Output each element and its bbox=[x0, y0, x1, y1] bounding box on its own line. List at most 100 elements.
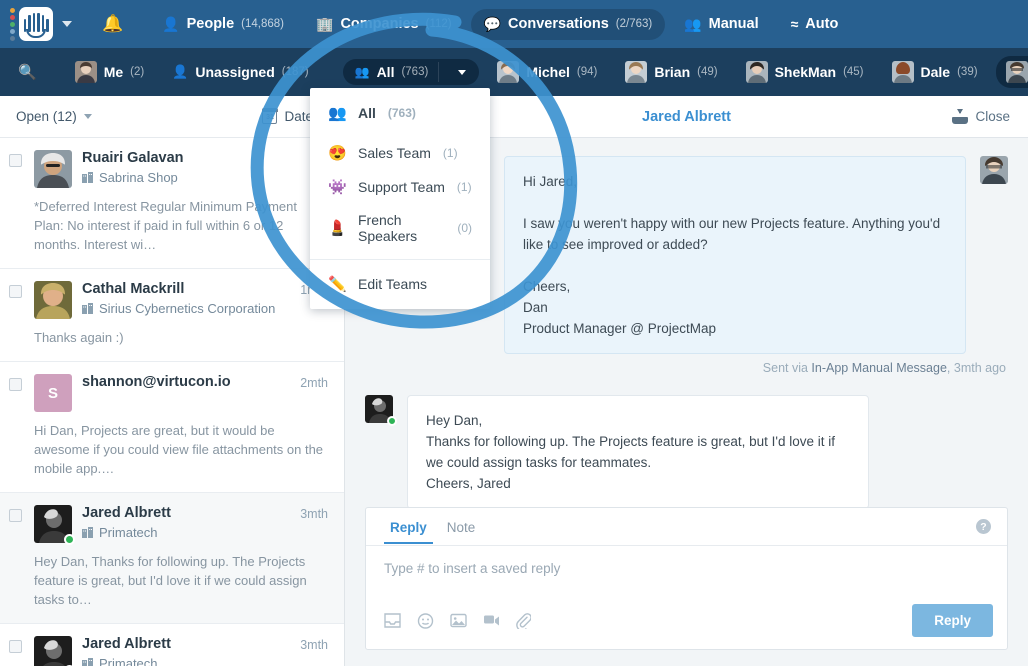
teammate-item-brian[interactable]: Brian (49) bbox=[615, 56, 727, 88]
teammate-item-shekman[interactable]: ShekMan (45) bbox=[736, 56, 874, 88]
wave-icon: ≈ bbox=[790, 16, 799, 32]
nav-item-people[interactable]: 👤 People (14,868) bbox=[149, 9, 297, 40]
teammate-label-brian: Brian bbox=[654, 64, 691, 80]
inbox-count-me: (2) bbox=[130, 66, 145, 78]
intercom-app: 🔔 👤 People (14,868) 🏢 Companies (112) 💬 … bbox=[0, 0, 1028, 666]
image-icon[interactable] bbox=[450, 613, 467, 629]
help-circle-icon[interactable]: ? bbox=[976, 519, 991, 534]
inbox-down-icon bbox=[952, 109, 969, 124]
conversation-list-item[interactable]: Cathal Mackrill Sirius Cybernetics Corpo… bbox=[0, 269, 344, 362]
composer-toolbar bbox=[384, 612, 533, 631]
composer-input[interactable]: Type # to insert a saved reply bbox=[366, 546, 1007, 598]
row-timestamp: 3mth bbox=[300, 507, 328, 521]
list-filter-label: Open (12) bbox=[16, 109, 77, 124]
dropdown-label-sales-team: Sales Team bbox=[358, 145, 431, 161]
dropdown-item-sales-team[interactable]: 😍 Sales Team (1) bbox=[310, 136, 490, 170]
teams-filter-label-group[interactable]: 👥 All (763) bbox=[343, 59, 439, 85]
teams-filter-count: (763) bbox=[401, 66, 429, 78]
row-name: Jared Albrett bbox=[82, 636, 171, 652]
avatar-michel bbox=[497, 61, 520, 83]
attachment-icon[interactable] bbox=[516, 612, 533, 631]
nav-count-companies: (112) bbox=[425, 18, 452, 30]
conversation-list-item[interactable]: S shannon@virtucon.io 2mth Hi Dan, Proje… bbox=[0, 362, 344, 493]
teammate-item-dale[interactable]: Dale (39) bbox=[882, 56, 988, 88]
teammate-count-brian: (49) bbox=[697, 66, 718, 78]
nav-label-auto: Auto bbox=[805, 16, 839, 32]
dropdown-label-support-team: Support Team bbox=[358, 179, 445, 195]
teammate-item-michel[interactable]: Michel (94) bbox=[487, 56, 607, 88]
row-checkbox[interactable] bbox=[9, 640, 22, 653]
row-company: Primatech bbox=[82, 525, 290, 540]
row-company-label: Primatech bbox=[99, 656, 158, 666]
avatar-ruairi bbox=[34, 150, 72, 188]
chevron-down-icon[interactable] bbox=[62, 21, 72, 27]
nav-item-companies[interactable]: 🏢 Companies (112) bbox=[303, 9, 465, 40]
dropdown-item-edit-teams[interactable]: ✏️ Edit Teams bbox=[310, 267, 490, 301]
building-icon bbox=[82, 658, 93, 666]
saved-reply-icon[interactable] bbox=[384, 612, 401, 629]
nav-item-manual[interactable]: 👥 Manual bbox=[671, 9, 771, 40]
dropdown-count-french-speakers: (0) bbox=[457, 221, 472, 235]
composer-footer: Reply bbox=[366, 598, 1007, 649]
nav-label-manual: Manual bbox=[708, 16, 759, 32]
chat-bubble-icon: 💬 bbox=[483, 15, 502, 32]
intercom-logo-icon[interactable] bbox=[19, 7, 53, 41]
inbox-item-me[interactable]: Me (2) bbox=[65, 56, 155, 88]
close-conversation-button[interactable]: Close bbox=[952, 109, 1010, 124]
avatar-dan bbox=[980, 156, 1008, 184]
row-checkbox[interactable] bbox=[9, 509, 22, 522]
row-preview: *Deferred Interest Regular Minimum Payme… bbox=[34, 199, 297, 252]
online-status-dot bbox=[387, 416, 397, 426]
dropdown-count-sales-team: (1) bbox=[442, 146, 458, 160]
page-title[interactable]: Jared Albrett bbox=[642, 109, 731, 125]
send-reply-button[interactable]: Reply bbox=[912, 604, 993, 637]
nav-label-conversations: Conversations bbox=[508, 16, 609, 32]
teammate-label-shekman: ShekMan bbox=[774, 64, 837, 80]
emoji-icon[interactable] bbox=[417, 612, 434, 629]
conversation-list-item[interactable]: Jared Albrett Primatech 3mth bbox=[0, 624, 344, 666]
team-icon: 👥 bbox=[354, 65, 370, 79]
teams-dropdown-toggle[interactable] bbox=[439, 65, 479, 80]
building-icon bbox=[82, 172, 93, 183]
dropdown-count-all: (763) bbox=[387, 106, 416, 120]
tab-reply[interactable]: Reply bbox=[384, 510, 433, 544]
dropdown-item-all[interactable]: 👥 All (763) bbox=[310, 96, 490, 130]
message-meta-outgoing: Sent via In-App Manual Message, 3mth ago bbox=[367, 361, 1006, 375]
nav-label-people: People bbox=[186, 16, 235, 32]
teammate-count-dale: (39) bbox=[957, 66, 978, 78]
conversation-list-item[interactable]: Ruairi Galavan Sabrina Shop *Deferred In… bbox=[0, 138, 344, 269]
row-name: Jared Albrett bbox=[82, 505, 171, 521]
conversation-list-item[interactable]: Jared Albrett Primatech 3mth bbox=[0, 493, 344, 624]
building-icon bbox=[82, 303, 93, 314]
tab-note[interactable]: Note bbox=[441, 510, 482, 544]
top-navigation-bar: 🔔 👤 People (14,868) 🏢 Companies (112) 💬 … bbox=[0, 0, 1028, 48]
bell-icon[interactable]: 🔔 bbox=[102, 14, 123, 34]
dropdown-label-edit-teams: Edit Teams bbox=[358, 276, 427, 292]
robot-emoji: 👾 bbox=[328, 179, 347, 196]
row-checkbox[interactable] bbox=[9, 285, 22, 298]
message-incoming: Hey Dan, Thanks for following up. The Pr… bbox=[365, 395, 1008, 509]
person-plus-icon: 👥 bbox=[684, 15, 702, 32]
row-checkbox[interactable] bbox=[9, 378, 22, 391]
person-icon: 👤 bbox=[172, 64, 189, 79]
nav-count-conversations: (2/763) bbox=[615, 18, 653, 30]
dropdown-item-french-speakers[interactable]: 💄 French Speakers (0) bbox=[310, 204, 490, 252]
video-icon[interactable] bbox=[483, 613, 500, 629]
avatar-wrap bbox=[34, 281, 72, 319]
search-icon[interactable]: 🔍 bbox=[18, 63, 37, 81]
online-status-dot bbox=[64, 534, 75, 545]
pencil-icon: ✏️ bbox=[328, 276, 347, 293]
brand-logo-group[interactable] bbox=[0, 7, 72, 41]
dropdown-item-support-team[interactable]: 👾 Support Team (1) bbox=[310, 170, 490, 204]
lipstick-emoji: 💄 bbox=[328, 220, 347, 237]
inbox-navigation-bar: 🔍 Me (2) 👤 Unassigned (187) 👥 All (763) bbox=[0, 48, 1028, 96]
nav-item-auto[interactable]: ≈ Auto bbox=[778, 9, 852, 39]
avatar-jared bbox=[365, 395, 397, 426]
row-checkbox[interactable] bbox=[9, 154, 22, 167]
list-filter-open[interactable]: Open (12) bbox=[16, 109, 92, 124]
row-header: S shannon@virtucon.io 2mth bbox=[34, 374, 328, 412]
teams-filter-button[interactable]: 👥 All (763) bbox=[342, 59, 480, 85]
inbox-item-unassigned[interactable]: 👤 Unassigned (187) bbox=[162, 59, 318, 85]
teammate-item-daniel[interactable]: Daniel (12) bbox=[995, 56, 1028, 88]
nav-item-conversations[interactable]: 💬 Conversations (2/763) bbox=[470, 8, 666, 40]
